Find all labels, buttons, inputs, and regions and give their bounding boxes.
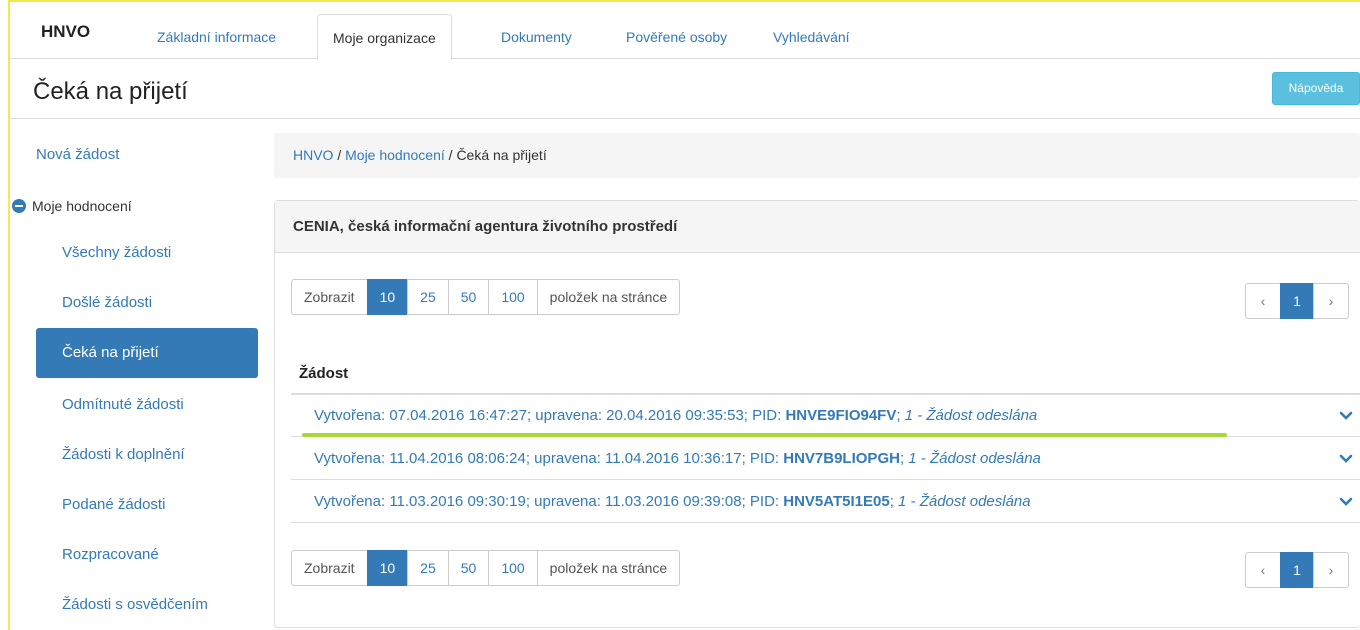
chevron-down-icon[interactable]	[1339, 495, 1353, 509]
pager-page-1[interactable]: 1	[1280, 552, 1314, 588]
table-row[interactable]: Vytvořena: 07.04.2016 16:47:27; upravena…	[291, 395, 1360, 437]
breadcrumb-separator: /	[333, 147, 346, 163]
page-size-50[interactable]: 50	[447, 279, 490, 315]
page-size-suffix: položek na stránce	[536, 279, 681, 315]
sidebar-item-odmitnute-zadosti[interactable]: Odmítnuté žádosti	[62, 396, 184, 413]
request-summary-link[interactable]: Vytvořena: 07.04.2016 16:47:27; upravena…	[314, 407, 1037, 424]
pager-next-button[interactable]: ›	[1313, 552, 1349, 588]
page-size-10[interactable]: 10	[366, 279, 409, 315]
table-row[interactable]: Vytvořena: 11.03.2016 09:30:19; upravena…	[291, 481, 1360, 523]
page-size-25[interactable]: 25	[407, 279, 449, 315]
sidebar-item-zadosti-s-osvedcenim[interactable]: Žádosti s osvědčením	[62, 596, 208, 613]
breadcrumb-separator: /	[444, 147, 457, 163]
requests-panel: CENIA, česká informační agentura životní…	[274, 200, 1360, 628]
page-size-suffix: položek na stránce	[536, 550, 681, 586]
sidebar-item-zadosti-k-doplneni[interactable]: Žádosti k doplnění	[62, 446, 185, 463]
request-status: 1 - Žádost odeslána	[904, 407, 1038, 424]
sidebar-item-podane-zadosti[interactable]: Podané žádosti	[62, 496, 165, 513]
request-status: 1 - Žádost odeslána	[898, 493, 1031, 510]
top-navigation: HNVO Základní informace Moje organizace …	[10, 2, 1360, 60]
tab-poverene-osoby[interactable]: Pověřené osoby	[611, 14, 742, 60]
request-status: 1 - Žádost odeslána	[908, 450, 1041, 467]
sidebar-group-label: Moje hodnocení	[32, 198, 132, 214]
page-size-selector-bottom: Zobrazit 10 25 50 100 položek na stránce	[291, 550, 681, 586]
tab-zakladni-informace[interactable]: Základní informace	[142, 14, 291, 60]
breadcrumb-link-hnvo[interactable]: HNVO	[293, 147, 333, 163]
pager-page-1[interactable]: 1	[1280, 283, 1314, 319]
pager-top: ‹ 1 ›	[1245, 283, 1349, 319]
page-size-label: Zobrazit	[291, 550, 368, 586]
pager-prev-button[interactable]: ‹	[1245, 283, 1281, 319]
pager-next-button[interactable]: ›	[1313, 283, 1349, 319]
breadcrumb-current: Čeká na přijetí	[456, 147, 547, 163]
request-summary-link[interactable]: Vytvořena: 11.04.2016 08:06:24; upravena…	[314, 450, 1041, 467]
sidebar-item-nova-zadost[interactable]: Nová žádost	[36, 146, 119, 163]
column-header-zadost: Žádost	[299, 365, 349, 382]
page-size-label: Zobrazit	[291, 279, 368, 315]
pager-prev-button[interactable]: ‹	[1245, 552, 1281, 588]
sidebar-item-dosle-zadosti[interactable]: Došlé žádosti	[62, 294, 152, 311]
help-button[interactable]: Nápověda	[1272, 72, 1360, 105]
page-size-100[interactable]: 100	[488, 279, 538, 315]
breadcrumb: HNVO / Moje hodnocení / Čeká na přijetí	[274, 133, 1360, 178]
minus-circle-icon	[12, 199, 26, 213]
page-size-10[interactable]: 10	[366, 550, 409, 586]
page-size-selector-top: Zobrazit 10 25 50 100 položek na stránce	[291, 279, 681, 315]
sidebar: Nová žádost Moje hodnocení Všechny žádos…	[10, 120, 258, 630]
request-pid: HNV7B9LIOPGH	[783, 450, 900, 467]
request-summary-link[interactable]: Vytvořena: 11.03.2016 09:30:19; upravena…	[314, 493, 1031, 510]
tab-moje-organizace[interactable]: Moje organizace	[317, 14, 452, 60]
title-bar: Čeká na přijetí Nápověda	[10, 59, 1360, 119]
page-size-50[interactable]: 50	[447, 550, 490, 586]
sidebar-item-vsechny-zadosti[interactable]: Všechny žádosti	[62, 244, 171, 261]
chevron-down-icon[interactable]	[1339, 452, 1353, 466]
sidebar-group-moje-hodnoceni[interactable]: Moje hodnocení	[12, 198, 132, 214]
chevron-down-icon[interactable]	[1339, 409, 1353, 423]
breadcrumb-link-moje-hodnoceni[interactable]: Moje hodnocení	[345, 147, 445, 163]
page-title: Čeká na přijetí	[33, 78, 188, 105]
sidebar-item-ceka-na-prijeti[interactable]: Čeká na přijetí	[36, 328, 258, 378]
tab-dokumenty[interactable]: Dokumenty	[486, 14, 587, 60]
table-row[interactable]: Vytvořena: 11.04.2016 08:06:24; upravena…	[291, 438, 1360, 480]
tab-vyhledavani[interactable]: Vyhledávání	[758, 14, 865, 60]
pager-bottom: ‹ 1 ›	[1245, 552, 1349, 588]
request-pid: HNV5AT5I1E05	[783, 493, 890, 510]
brand-logo[interactable]: HNVO	[41, 22, 90, 42]
sidebar-item-rozpracovane[interactable]: Rozpracované	[62, 546, 159, 563]
page-size-25[interactable]: 25	[407, 550, 449, 586]
panel-title: CENIA, česká informační agentura životní…	[275, 201, 1360, 253]
request-pid: HNVE9FIO94FV	[785, 407, 897, 424]
page-size-100[interactable]: 100	[488, 550, 538, 586]
highlight-underline	[302, 433, 1227, 437]
